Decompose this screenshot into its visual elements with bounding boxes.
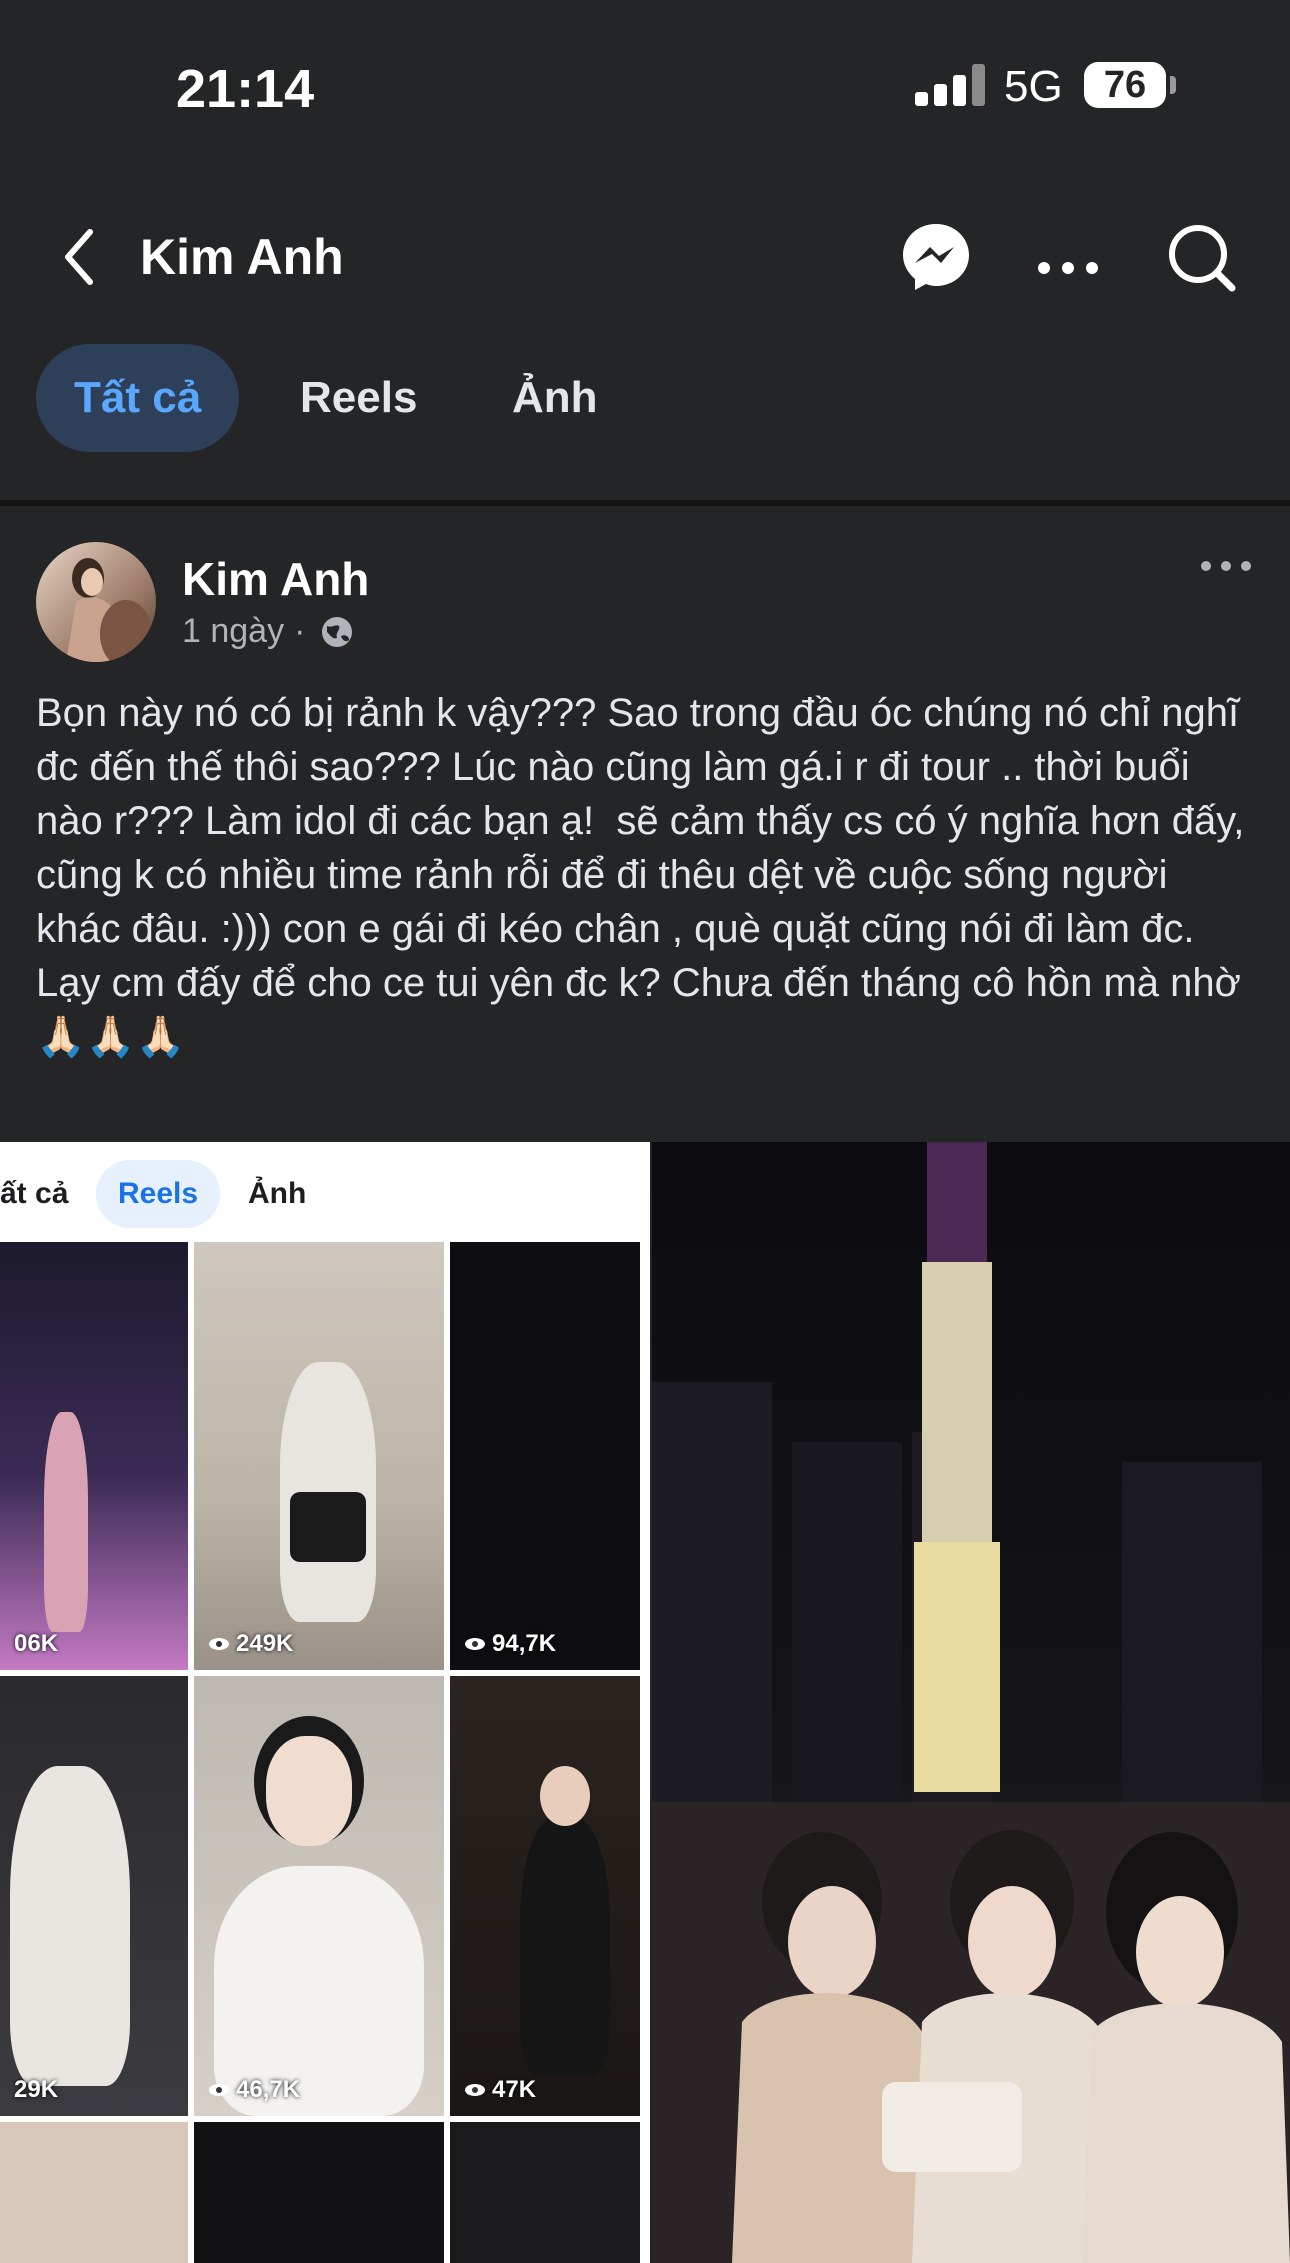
reel-thumbnail[interactable]: 47K (450, 1676, 640, 2116)
reel-thumbnail[interactable]: 06K (0, 1242, 188, 1670)
reel-thumbnail[interactable]: 46,7K (194, 1676, 444, 2116)
reel-views: 249K (208, 1630, 293, 1658)
embedded-screenshot-photo[interactable]: ất cả Reels Ảnh 06K 249K 94,7K 29K 46,7K… (0, 1142, 650, 2263)
reel-thumbnail[interactable]: 29K (0, 1676, 188, 2116)
reel-thumbnail[interactable]: 249K (194, 1242, 444, 1670)
night-city-photo[interactable] (652, 1142, 1290, 2263)
eye-icon (465, 1638, 485, 1650)
battery-tip (1170, 76, 1176, 94)
tab-all[interactable]: Tất cả (36, 344, 240, 452)
avatar[interactable] (36, 542, 156, 662)
messenger-icon[interactable] (896, 216, 976, 296)
reel-thumbnail[interactable] (450, 2122, 640, 2263)
reel-views: 94,7K (464, 1630, 556, 1658)
meta-separator: · (294, 612, 306, 650)
eye-icon (465, 2084, 485, 2096)
post-time: 1 ngày (182, 612, 285, 650)
network-label: 5G (1004, 62, 1063, 111)
back-chevron-icon[interactable] (50, 222, 120, 292)
post-photos[interactable]: ất cả Reels Ảnh 06K 249K 94,7K 29K 46,7K… (0, 1142, 1290, 2263)
post-author[interactable]: Kim Anh (182, 552, 369, 606)
status-time: 21:14 (176, 59, 315, 119)
reel-views: 06K (14, 1630, 59, 1657)
page-header: Kim Anh (0, 200, 1290, 310)
embedded-tab-photos: Ảnh (248, 1177, 307, 1210)
status-bar: 21:14 5G 76 (0, 0, 1290, 170)
reel-thumbnail[interactable] (0, 2122, 188, 2263)
eye-icon (209, 2084, 229, 2096)
more-icon[interactable] (1028, 216, 1108, 296)
post-more-icon[interactable] (1198, 556, 1254, 576)
embedded-tabs: ất cả Reels Ảnh (0, 1160, 650, 1228)
reel-thumbnail[interactable] (194, 2122, 444, 2263)
eye-icon (209, 1638, 229, 1650)
tab-reels[interactable]: Reels (262, 344, 455, 452)
embedded-tab-reels: Reels (96, 1160, 221, 1228)
post-meta: 1 ngày · (182, 612, 355, 651)
embedded-tab-all: ất cả (0, 1177, 69, 1210)
battery-icon: 76 (1084, 62, 1166, 108)
signal-icon (915, 64, 985, 106)
reel-thumbnail[interactable]: 94,7K (450, 1242, 640, 1670)
reel-views: 47K (464, 2076, 536, 2104)
reel-views: 46,7K (208, 2076, 300, 2104)
post-text: Bọn này nó có bị rảnh k vậy??? Sao trong… (36, 691, 1256, 1059)
tab-photos[interactable]: Ảnh (474, 344, 636, 452)
globe-icon (322, 616, 353, 647)
reel-views: 29K (14, 2076, 59, 2103)
night-city-illustration (652, 1142, 1290, 2263)
page-title: Kim Anh (140, 229, 344, 285)
search-icon[interactable] (1160, 216, 1240, 296)
